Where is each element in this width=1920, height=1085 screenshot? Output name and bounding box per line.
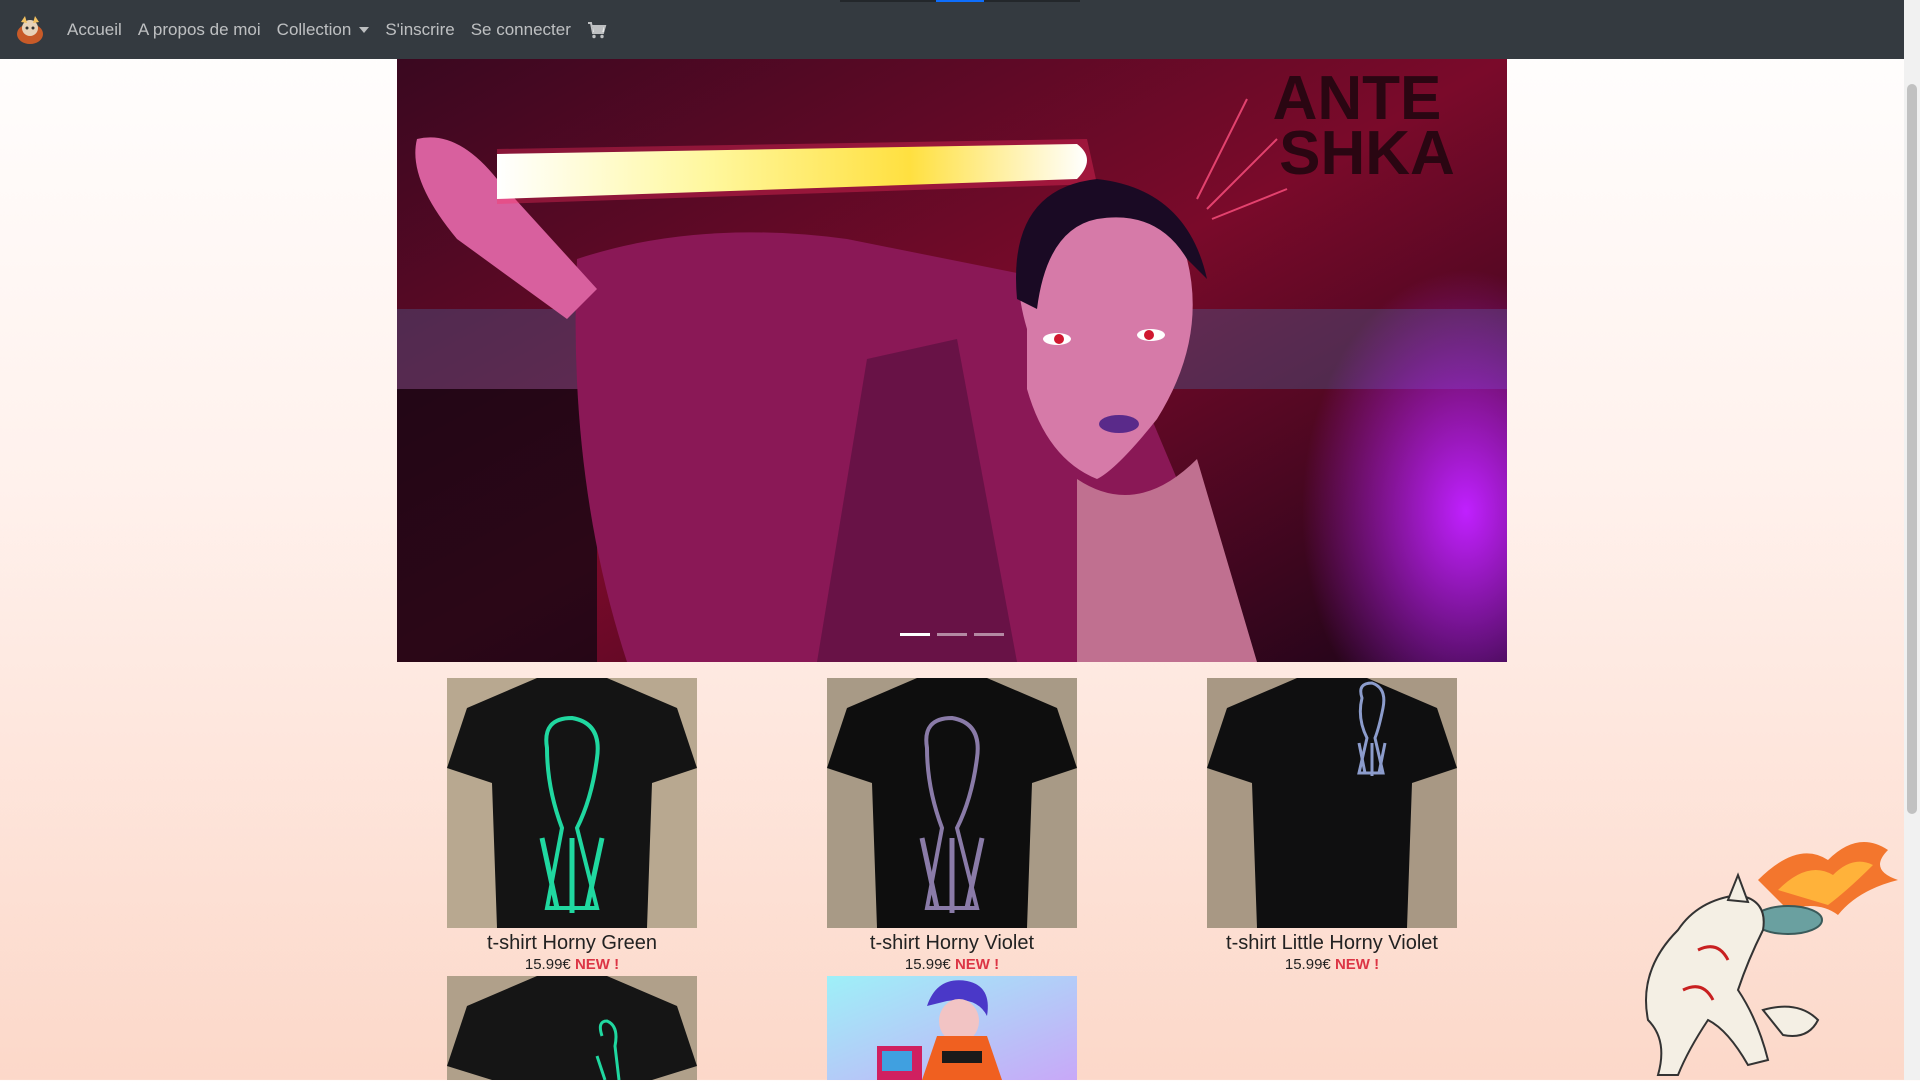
product-name[interactable]: t-shirt Little Horny Violet [1207, 931, 1457, 955]
product-price: 15.99€ [1284, 956, 1331, 973]
page-scrollbar[interactable] [1904, 0, 1920, 1080]
product-price: 15.99€ [524, 956, 571, 973]
product-card[interactable]: t-shirt Horny Green 15.99€ NEW ! [447, 678, 697, 975]
product-name[interactable]: t-shirt Horny Violet [827, 931, 1077, 955]
carousel-indicators [397, 633, 1507, 636]
product-price-line: 15.99€ NEW ! [827, 955, 1077, 975]
hero-carousel[interactable]: ANTE SHKA [397, 59, 1507, 662]
product-image[interactable] [1207, 678, 1457, 928]
nav-collection-dropdown[interactable]: Collection [277, 20, 370, 40]
new-badge: NEW ! [954, 956, 1000, 973]
product-name[interactable]: t-shirt Horny Green [447, 931, 697, 955]
caret-down-icon [359, 26, 370, 33]
product-price-line: 15.99€ NEW ! [447, 955, 697, 975]
nav-collection-label: Collection [276, 19, 352, 39]
loading-bar [840, 0, 1080, 2]
product-card[interactable]: t-shirt Horny Violet 15.99€ NEW ! [827, 678, 1077, 975]
product-price-line: 15.99€ NEW ! [1207, 955, 1457, 975]
new-badge: NEW ! [574, 956, 620, 973]
carousel-indicator-2[interactable] [937, 633, 967, 636]
new-badge: NEW ! [1334, 956, 1380, 973]
svg-text:SHKA: SHKA [1279, 119, 1455, 188]
wolf-illustration [1588, 820, 1908, 1080]
scrollbar-thumb[interactable] [1907, 84, 1917, 814]
product-card[interactable] [447, 976, 697, 1080]
nav-se-connecter[interactable]: Se connecter [471, 20, 571, 40]
hero-illustration: ANTE SHKA [397, 59, 1507, 662]
product-card[interactable] [827, 976, 1077, 1080]
product-image[interactable] [447, 678, 697, 928]
product-image[interactable] [447, 976, 697, 1080]
carousel-indicator-1[interactable] [900, 633, 930, 636]
product-price: 15.99€ [904, 956, 951, 973]
nav-sinscrire[interactable]: S'inscrire [385, 20, 454, 40]
navbar: Accueil A propos de moi Collection S'ins… [0, 0, 1904, 59]
product-image[interactable] [827, 678, 1077, 928]
cart-icon[interactable] [587, 20, 609, 40]
product-card[interactable]: t-shirt Little Horny Violet 15.99€ NEW ! [1207, 678, 1457, 975]
nav-a-propos[interactable]: A propos de moi [138, 20, 261, 40]
carousel-indicator-3[interactable] [974, 633, 1004, 636]
logo-icon[interactable] [13, 13, 47, 47]
nav-accueil[interactable]: Accueil [67, 20, 122, 40]
product-image[interactable] [827, 976, 1077, 1080]
